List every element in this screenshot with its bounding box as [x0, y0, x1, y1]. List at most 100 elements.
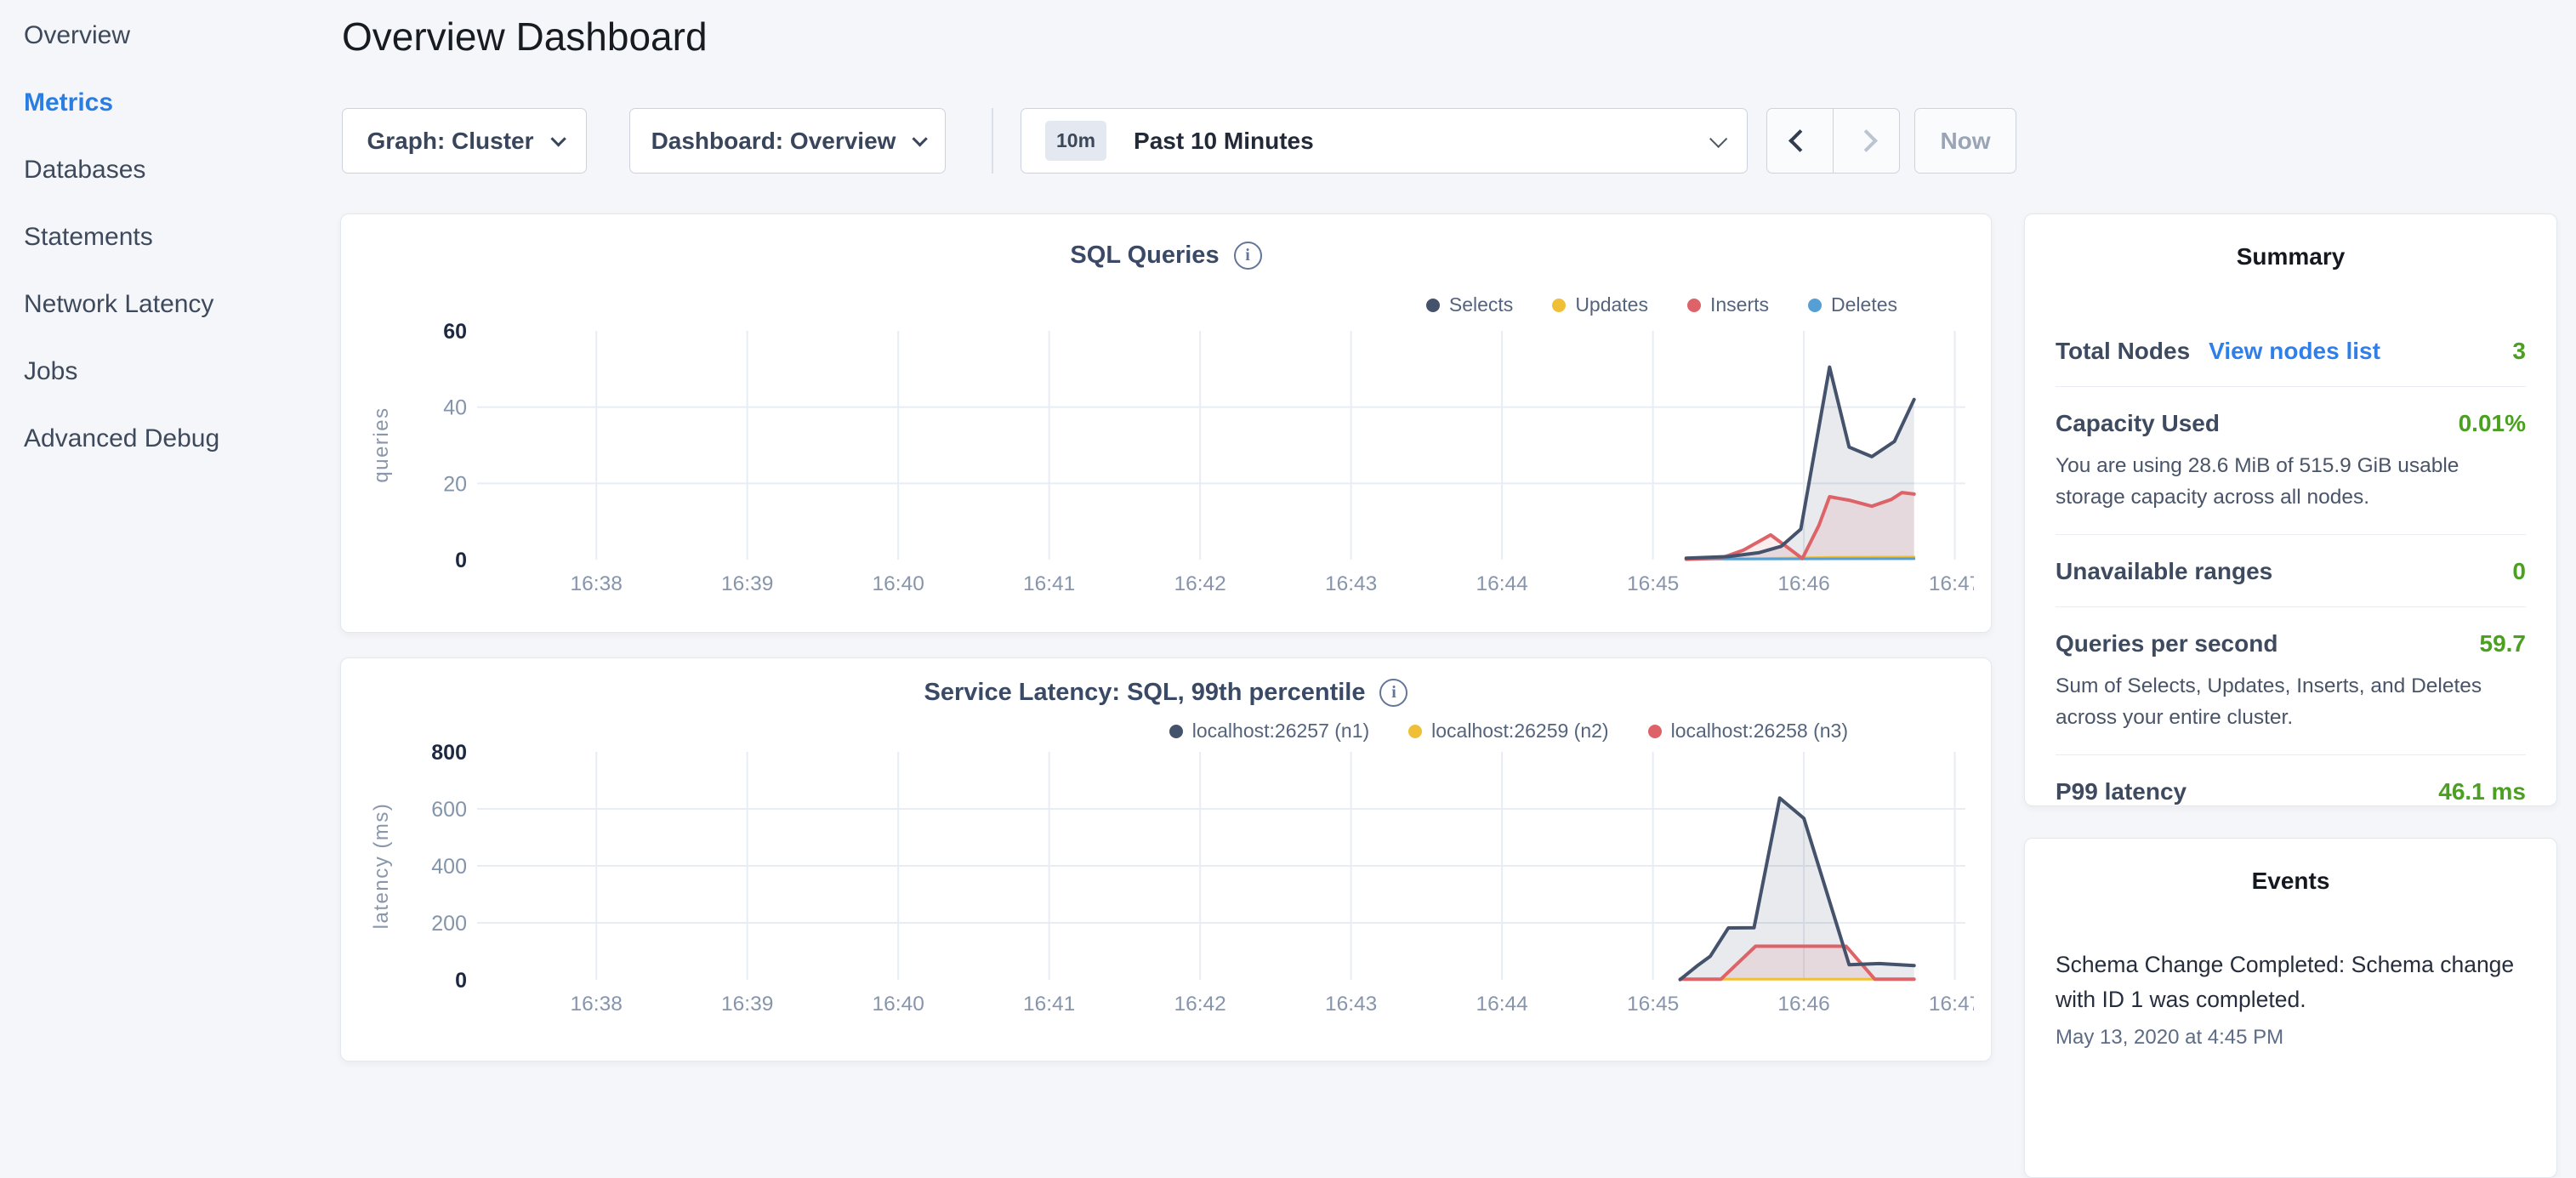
x-tick-label: 16:44 [1476, 993, 1527, 1016]
event-text: Schema Change Completed: Schema change w… [2056, 948, 2526, 1017]
x-tick-label: 16:41 [1023, 993, 1075, 1016]
x-tick-label: 16:43 [1325, 572, 1377, 595]
next-time-button[interactable] [1834, 109, 1899, 173]
service-latency-chart-card: Service Latency: SQL, 99th percentile i … [340, 657, 1992, 1061]
dashboard-select-dropdown[interactable]: Dashboard: Overview [629, 108, 946, 174]
x-tick-label: 16:40 [873, 993, 924, 1016]
sidebar-item-databases[interactable]: Databases [0, 136, 340, 203]
legend-item-deletes[interactable]: Deletes [1808, 293, 1897, 316]
time-window-dropdown[interactable]: 10m Past 10 Minutes [1021, 108, 1748, 174]
legend-item-localhost-26258-n3[interactable]: localhost:26258 (n3) [1648, 720, 1848, 743]
summary-value: 0.01% [2459, 410, 2526, 437]
summary-label: Queries per second [2056, 630, 2277, 657]
legend-label: localhost:26258 (n3) [1671, 720, 1848, 743]
legend-label: Inserts [1710, 293, 1769, 316]
sidebar-item-overview[interactable]: Overview [0, 2, 340, 69]
view-nodes-list-link[interactable]: View nodes list [2209, 338, 2380, 365]
chevron-right-icon [1855, 129, 1878, 152]
sidebar-item-statements[interactable]: Statements [0, 203, 340, 270]
overview-dashboard-page: { "header": { "title": "Overview Dashboa… [0, 0, 2576, 1051]
sidebar-item-metrics[interactable]: Metrics [0, 69, 340, 136]
chevron-down-icon [1709, 130, 1727, 148]
legend-dot [1687, 299, 1701, 312]
legend-item-inserts[interactable]: Inserts [1687, 293, 1769, 316]
sidebar-item-network-latency[interactable]: Network Latency [0, 270, 340, 338]
x-tick-label: 16:39 [721, 572, 773, 595]
y-tick-label: 800 [431, 743, 467, 765]
x-tick-label: 16:40 [873, 572, 924, 595]
x-tick-label: 16:38 [571, 993, 623, 1016]
now-button[interactable]: Now [1914, 108, 2016, 174]
y-tick-label: 40 [443, 396, 467, 420]
legend-dot [1552, 299, 1566, 312]
x-tick-label: 16:45 [1627, 993, 1679, 1016]
legend-dot [1426, 299, 1440, 312]
chart-title: Service Latency: SQL, 99th percentile [924, 679, 1366, 707]
legend-label: localhost:26257 (n1) [1192, 720, 1369, 743]
x-tick-label: 16:43 [1325, 993, 1377, 1016]
summary-row-head: Unavailable ranges 0 [2056, 558, 2526, 585]
chart-legend: localhost:26257 (n1) localhost:26259 (n2)… [1169, 720, 1848, 743]
chevron-down-icon [550, 131, 566, 146]
summary-title: Summary [2025, 243, 2556, 270]
summary-value: 3 [2512, 338, 2526, 365]
sidebar-item-jobs[interactable]: Jobs [0, 338, 340, 405]
prev-time-button[interactable] [1767, 109, 1834, 173]
y-tick-label: 400 [431, 855, 467, 879]
legend-dot [1169, 725, 1183, 738]
x-tick-label: 16:42 [1174, 993, 1225, 1016]
sql-queries-chart[interactable]: 020406016:3816:3916:4016:4116:4216:4316:… [350, 316, 1974, 610]
x-tick-label: 16:41 [1023, 572, 1075, 595]
event-item[interactable]: Schema Change Completed: Schema change w… [2056, 948, 2526, 1050]
y-tick-label: 0 [455, 549, 467, 572]
event-timestamp: May 13, 2020 at 4:45 PM [2056, 1026, 2526, 1050]
x-tick-label: 16:45 [1627, 572, 1679, 595]
y-tick-label: 20 [443, 472, 467, 496]
summary-row-p99-latency: P99 latency 46.1 ms [2056, 755, 2526, 827]
x-tick-label: 16:39 [721, 993, 773, 1016]
summary-description: Sum of Selects, Updates, Inserts, and De… [2056, 670, 2526, 733]
y-tick-label: 200 [431, 912, 467, 936]
summary-value: 59.7 [2480, 630, 2527, 657]
events-list: Schema Change Completed: Schema change w… [2056, 920, 2526, 1050]
chevron-left-icon [1788, 129, 1811, 152]
summary-row-head: Total Nodes View nodes list 3 [2056, 338, 2526, 365]
summary-row-capacity-used: Capacity Used 0.01% You are using 28.6 MiB… [2056, 387, 2526, 535]
x-tick-label: 16:44 [1476, 572, 1527, 595]
y-axis-label: queries [370, 407, 393, 482]
x-tick-label: 16:47 [1929, 572, 1974, 595]
legend-item-localhost-26259-n2[interactable]: localhost:26259 (n2) [1408, 720, 1608, 743]
summary-label: P99 latency [2056, 778, 2186, 805]
dashboard-select-label: Dashboard: Overview [651, 128, 896, 155]
page-title: Overview Dashboard [342, 14, 708, 60]
legend-dot [1648, 725, 1662, 738]
x-tick-label: 16:46 [1777, 572, 1829, 595]
summary-row-queries-per-second: Queries per second 59.7 Sum of Selects, Up… [2056, 607, 2526, 755]
y-axis-label: latency (ms) [370, 803, 393, 930]
summary-label: Total Nodes [2056, 338, 2190, 365]
x-tick-label: 16:42 [1174, 572, 1225, 595]
info-icon[interactable]: i [1234, 242, 1262, 270]
service-latency-chart[interactable]: 020040060080016:3816:3916:4016:4116:4216… [350, 743, 1974, 1024]
summary-value: 0 [2512, 558, 2526, 585]
summary-panel: Summary Total Nodes View nodes list 3 Capac… [2024, 213, 2557, 806]
summary-value: 46.1 ms [2438, 778, 2526, 805]
events-title: Events [2025, 868, 2556, 895]
legend-item-selects[interactable]: Selects [1426, 293, 1513, 316]
legend-item-localhost-26257-n1[interactable]: localhost:26257 (n1) [1169, 720, 1369, 743]
y-tick-label: 60 [443, 320, 467, 344]
sidebar-item-advanced-debug[interactable]: Advanced Debug [0, 405, 340, 472]
chart-title: SQL Queries [1070, 242, 1219, 270]
legend-label: Deletes [1831, 293, 1897, 316]
graph-select-label: Graph: Cluster [367, 128, 533, 155]
y-tick-label: 0 [455, 969, 467, 993]
summary-label: Capacity Used [2056, 410, 2220, 437]
graph-select-dropdown[interactable]: Graph: Cluster [342, 108, 587, 174]
summary-description: You are using 28.6 MiB of 515.9 GiB usab… [2056, 450, 2526, 513]
summary-rows: Total Nodes View nodes list 3 Capacity Used… [2056, 315, 2526, 827]
legend-item-updates[interactable]: Updates [1552, 293, 1648, 316]
time-window-badge: 10m [1045, 121, 1106, 161]
info-icon[interactable]: i [1379, 679, 1407, 707]
summary-label: Unavailable ranges [2056, 558, 2272, 585]
legend-dot [1408, 725, 1422, 738]
